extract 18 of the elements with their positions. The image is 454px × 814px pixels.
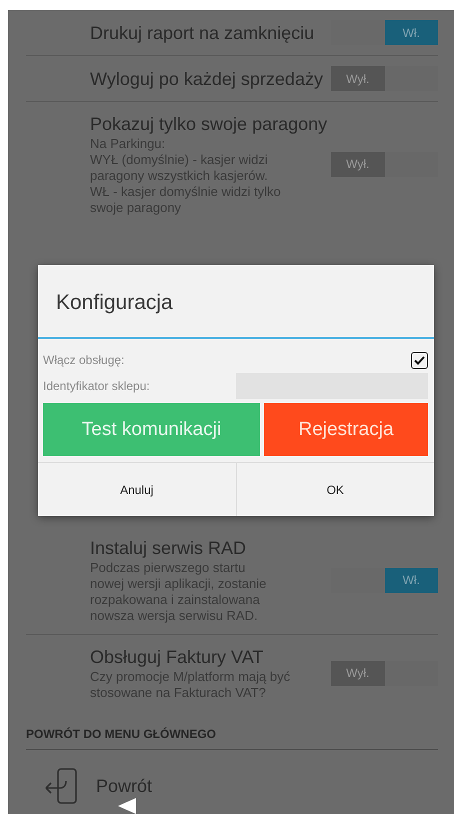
checkmark-icon [414,356,425,364]
setting-title: Obsługuj Faktury VAT [90,646,264,669]
dialog-title: Konfiguracja [38,265,434,339]
setting-title: Instaluj serwis RAD [90,537,248,560]
section-header: POWRÓT DO MENU GŁÓWNEGO [26,711,438,750]
setting-title: Pokazuj tylko swoje paragony [90,113,328,136]
field-label: Identyfikator sklepu: [43,379,150,393]
dialog-button[interactable]: Anuluj [38,463,236,516]
exit-door-icon [44,768,78,804]
action-button[interactable]: Rejestracja [264,403,428,456]
action-button[interactable]: Test komunikacji [43,403,260,456]
setting-title: Drukuj raport na zamknięciu [90,22,316,44]
field-label: Włącz obsługę: [43,353,124,367]
dialog-button[interactable]: OK [236,463,434,516]
back-triangle-icon[interactable] [118,798,136,814]
setting-title: Wyloguj po każdej sprzedaży [90,68,324,90]
back-item[interactable]: Powrót [96,776,152,796]
checkbox[interactable] [411,352,428,368]
